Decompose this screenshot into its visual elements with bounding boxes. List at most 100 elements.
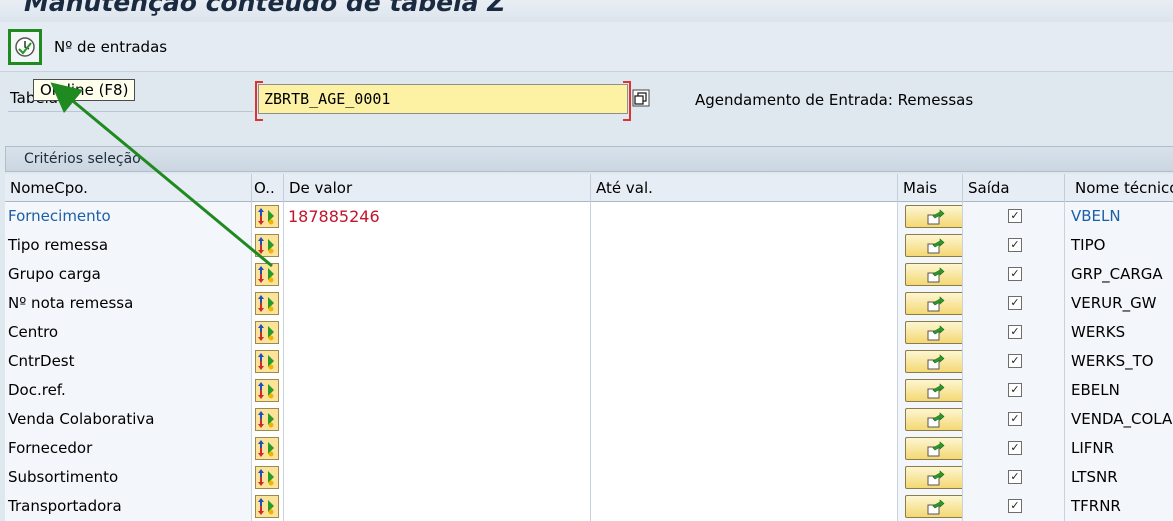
from-value-input[interactable] — [284, 347, 591, 376]
header-to-value[interactable]: Até val. — [591, 174, 898, 202]
multiple-selection-button[interactable] — [905, 321, 962, 344]
from-value-input[interactable] — [284, 434, 591, 463]
entries-count-button-label[interactable]: Nº de entradas — [54, 38, 167, 56]
field-name[interactable]: Centro — [5, 318, 252, 347]
window-title: Manutenção conteúdo de tabela Z — [24, 0, 506, 17]
output-checkbox[interactable]: ✓ — [1008, 209, 1022, 223]
to-value-input[interactable] — [591, 202, 898, 231]
table-row: Venda Colaborativa ✓ VENDA_COLAB — [5, 405, 1173, 434]
table-name-input[interactable]: ZBRTB_AGE_0001 — [255, 81, 631, 121]
field-name[interactable]: Nº nota remessa — [5, 289, 252, 318]
to-value-input[interactable] — [591, 463, 898, 492]
multiple-selection-button[interactable] — [905, 495, 962, 518]
copy-icon[interactable] — [632, 89, 650, 107]
header-from-value[interactable]: De valor — [284, 174, 591, 202]
multiple-selection-arrow-icon — [927, 412, 945, 428]
technical-name: EBELN — [1065, 376, 1173, 405]
table-row: Subsortimento ✓ LTSNR — [5, 463, 1173, 492]
selection-option-icon[interactable] — [255, 205, 279, 228]
selection-option-icon[interactable] — [255, 466, 279, 489]
field-name[interactable]: CntrDest — [5, 347, 252, 376]
output-checkbox[interactable]: ✓ — [1008, 267, 1022, 281]
output-checkbox[interactable]: ✓ — [1008, 325, 1022, 339]
from-value-input[interactable]: 187885246 — [284, 202, 591, 231]
header-option[interactable]: O.. — [252, 174, 284, 202]
output-checkbox[interactable]: ✓ — [1008, 238, 1022, 252]
to-value-input[interactable] — [591, 318, 898, 347]
to-value-input[interactable] — [591, 289, 898, 318]
multiple-selection-button[interactable] — [905, 350, 962, 373]
table-row: Tipo remessa ✓ TIPO — [5, 231, 1173, 260]
output-checkbox[interactable]: ✓ — [1008, 296, 1022, 310]
technical-name: TIPO — [1065, 231, 1173, 260]
execute-button[interactable] — [8, 29, 42, 65]
field-name[interactable]: Subsortimento — [5, 463, 252, 492]
multiple-selection-button[interactable] — [905, 205, 962, 228]
multiple-selection-arrow-icon — [927, 383, 945, 399]
multiple-selection-button[interactable] — [905, 466, 962, 489]
table-row: Centro ✓ WERKS — [5, 318, 1173, 347]
field-name[interactable]: Venda Colaborativa — [5, 405, 252, 434]
selection-option-icon[interactable] — [255, 437, 279, 460]
multiple-selection-button[interactable] — [905, 379, 962, 402]
field-name[interactable]: Grupo carga — [5, 260, 252, 289]
output-checkbox[interactable]: ✓ — [1008, 383, 1022, 397]
from-value-input[interactable] — [284, 260, 591, 289]
selection-option-icon[interactable] — [255, 379, 279, 402]
from-value-input[interactable] — [284, 318, 591, 347]
to-value-input[interactable] — [591, 347, 898, 376]
field-name[interactable]: Fornecimento — [5, 202, 252, 231]
header-name[interactable]: NomeCpo. — [5, 174, 252, 202]
table-row: Grupo carga ✓ GRP_CARGA — [5, 260, 1173, 289]
from-value-input[interactable] — [284, 492, 591, 521]
technical-name: WERKS — [1065, 318, 1173, 347]
selection-option-icon[interactable] — [255, 263, 279, 286]
header-technical-name[interactable]: Nome técnico — [1065, 174, 1173, 202]
output-checkbox[interactable]: ✓ — [1008, 412, 1022, 426]
technical-name: TFRNR — [1065, 492, 1173, 521]
selection-option-icon[interactable] — [255, 292, 279, 315]
multiple-selection-button[interactable] — [905, 408, 962, 431]
field-name[interactable]: Transportadora — [5, 492, 252, 521]
multiple-selection-button[interactable] — [905, 292, 962, 315]
multiple-selection-button[interactable] — [905, 437, 962, 460]
selection-option-icon[interactable] — [255, 234, 279, 257]
to-value-input[interactable] — [591, 492, 898, 521]
from-value-input[interactable] — [284, 376, 591, 405]
table-row: Fornecimento 187885246 ✓ VBELN — [5, 202, 1173, 231]
to-value-input[interactable] — [591, 434, 898, 463]
multiple-selection-button[interactable] — [905, 234, 962, 257]
selection-grid: Fornecimento 187885246 ✓ VBELN Tipo reme… — [5, 202, 1173, 521]
header-output[interactable]: Saída — [963, 174, 1065, 202]
output-checkbox[interactable]: ✓ — [1008, 499, 1022, 513]
selection-option-icon[interactable] — [255, 495, 279, 518]
header-more[interactable]: Mais — [898, 174, 963, 202]
field-name[interactable]: Fornecedor — [5, 434, 252, 463]
from-value-input[interactable] — [284, 289, 591, 318]
to-value-input[interactable] — [591, 260, 898, 289]
technical-name: VENDA_COLAB — [1065, 405, 1173, 434]
from-value-input[interactable] — [284, 405, 591, 434]
from-value-input[interactable] — [284, 231, 591, 260]
output-checkbox[interactable]: ✓ — [1008, 354, 1022, 368]
multiple-selection-arrow-icon — [927, 296, 945, 312]
selection-option-icon[interactable] — [255, 408, 279, 431]
multiple-selection-button[interactable] — [905, 263, 962, 286]
table-description: Agendamento de Entrada: Remessas — [695, 91, 974, 109]
output-checkbox[interactable]: ✓ — [1008, 441, 1022, 455]
window-title-bar: Manutenção conteúdo de tabela Z — [0, 0, 1173, 22]
field-name[interactable]: Doc.ref. — [5, 376, 252, 405]
table-row: Transportadora ✓ TFRNR — [5, 492, 1173, 521]
from-value-input[interactable] — [284, 463, 591, 492]
to-value-input[interactable] — [591, 405, 898, 434]
to-value-input[interactable] — [591, 376, 898, 405]
field-name[interactable]: Tipo remessa — [5, 231, 252, 260]
table-row: Nº nota remessa ✓ VERUR_GW — [5, 289, 1173, 318]
selection-option-icon[interactable] — [255, 350, 279, 373]
selection-option-icon[interactable] — [255, 321, 279, 344]
technical-name: LTSNR — [1065, 463, 1173, 492]
to-value-input[interactable] — [591, 231, 898, 260]
table-row: CntrDest ✓ WERKS_TO — [5, 347, 1173, 376]
multiple-selection-arrow-icon — [927, 470, 945, 486]
output-checkbox[interactable]: ✓ — [1008, 470, 1022, 484]
